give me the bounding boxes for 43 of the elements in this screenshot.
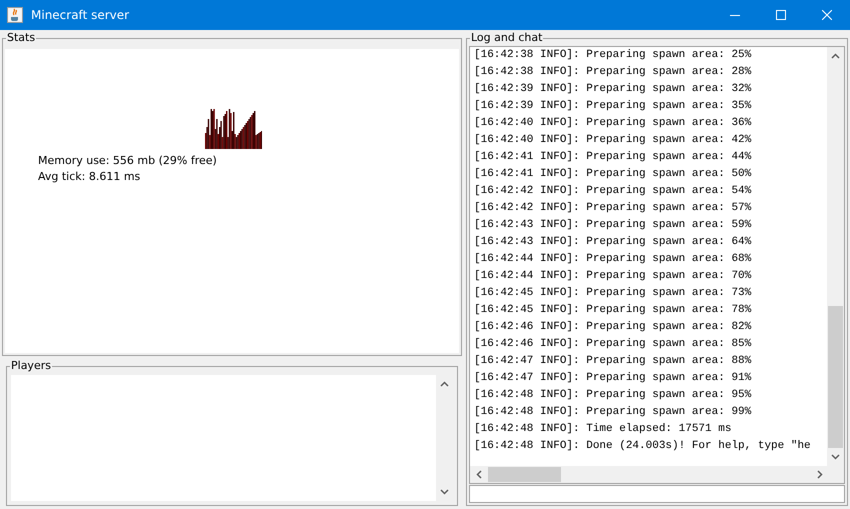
close-icon	[822, 10, 832, 20]
log-line: [16:42:46 INFO]: Preparing spawn area: 85%	[474, 337, 752, 352]
panel-title: Log and chat	[470, 32, 544, 44]
scrollbar-thumb[interactable]	[828, 306, 843, 448]
memory-usage-text: Memory use: 556 mb (29% free)	[38, 154, 217, 167]
log-line: [16:42:40 INFO]: Preparing spawn area: 42%	[474, 133, 752, 148]
scrollbar-thumb[interactable]	[488, 467, 561, 482]
log-line: [16:42:48 INFO]: Done (24.003s)! For help, type "he	[474, 439, 812, 454]
log-line: [16:42:39 INFO]: Preparing spawn area: 32%	[474, 82, 752, 97]
log-line: [16:42:38 INFO]: Preparing spawn area: 28%	[474, 65, 752, 80]
log-line: [16:42:48 INFO]: Preparing spawn area: 99%	[474, 405, 752, 420]
log-line: [16:42:42 INFO]: Preparing spawn area: 57%	[474, 201, 752, 216]
log-line: [16:42:44 INFO]: Preparing spawn area: 68%	[474, 252, 752, 267]
command-input-field[interactable]	[469, 485, 845, 503]
log-line: [16:42:41 INFO]: Preparing spawn area: 44%	[474, 150, 752, 165]
coffee-cup-icon	[7, 7, 23, 23]
log-line: [16:42:39 INFO]: Preparing spawn area: 35%	[474, 99, 752, 114]
scroll-right-icon[interactable]	[817, 470, 823, 479]
log-line: [16:42:42 INFO]: Preparing spawn area: 54%	[474, 184, 752, 199]
scroll-up-icon[interactable]	[440, 381, 449, 387]
scroll-down-icon[interactable]	[831, 454, 840, 460]
log-line: [16:42:48 INFO]: Time elapsed: 17571 ms	[474, 422, 732, 437]
log-line: [16:42:48 INFO]: Preparing spawn area: 95%	[474, 388, 752, 403]
log-line: [16:42:46 INFO]: Preparing spawn area: 82%	[474, 320, 752, 335]
log-line: [16:42:43 INFO]: Preparing spawn area: 64%	[474, 235, 752, 250]
memory-graph	[205, 109, 262, 149]
log-line: [16:42:47 INFO]: Preparing spawn area: 91%	[474, 371, 752, 386]
log-line: [16:42:47 INFO]: Preparing spawn area: 88%	[474, 354, 752, 369]
log-line: [16:42:38 INFO]: Preparing spawn area: 25%	[474, 48, 752, 63]
log-line: [16:42:43 INFO]: Preparing spawn area: 59%	[474, 218, 752, 233]
scroll-up-icon[interactable]	[831, 53, 840, 59]
scroll-down-icon[interactable]	[440, 489, 449, 495]
avg-tick-text: Avg tick: 8.611 ms	[38, 170, 142, 183]
log-line: [16:42:41 INFO]: Preparing spawn area: 50%	[474, 167, 752, 182]
log-line: [16:42:44 INFO]: Preparing spawn area: 70%	[474, 269, 752, 284]
panel-title: Players	[10, 360, 52, 372]
scroll-left-icon[interactable]	[476, 470, 482, 479]
panel-title: Stats	[6, 32, 36, 44]
log-line: [16:42:40 INFO]: Preparing spawn area: 36%	[474, 116, 752, 131]
window-title: Minecraft server	[31, 8, 130, 22]
maximize-icon	[776, 10, 786, 20]
log-line: [16:42:45 INFO]: Preparing spawn area: 73%	[474, 286, 752, 301]
log-line: [16:42:45 INFO]: Preparing spawn area: 78%	[474, 303, 752, 318]
